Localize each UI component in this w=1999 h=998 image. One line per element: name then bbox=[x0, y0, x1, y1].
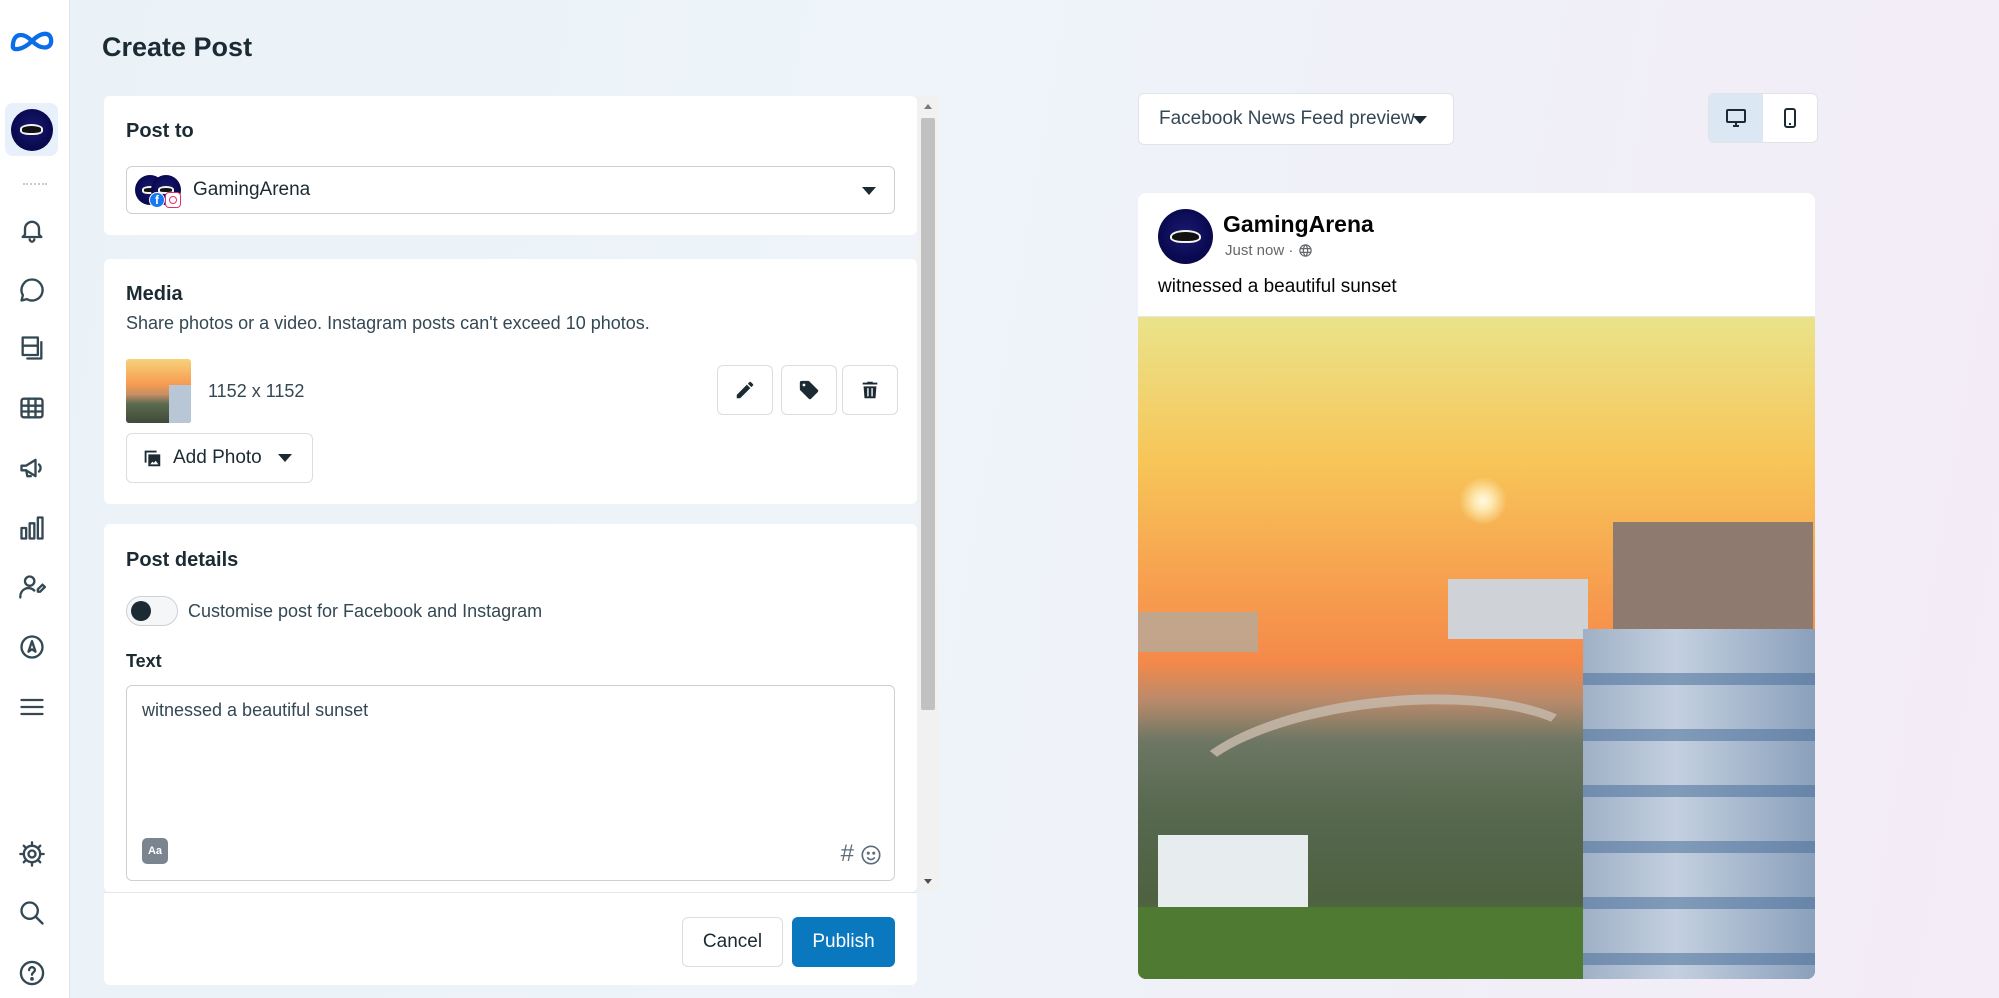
scroll-down-arrow-icon[interactable] bbox=[924, 879, 932, 884]
add-photo-label: Add Photo bbox=[173, 447, 262, 468]
edit-media-button[interactable] bbox=[717, 365, 773, 415]
post-to-heading: Post to bbox=[126, 120, 194, 142]
image-building bbox=[1158, 835, 1308, 907]
scroll-up-arrow-icon[interactable] bbox=[924, 104, 932, 109]
post-to-section: Post to f GamingArena bbox=[104, 96, 917, 235]
compass-icon[interactable] bbox=[17, 632, 47, 662]
preview-placement-select[interactable]: Facebook News Feed preview bbox=[1138, 93, 1454, 145]
account-selector[interactable]: f GamingArena bbox=[126, 166, 895, 214]
table-icon[interactable] bbox=[17, 393, 47, 423]
account-switcher[interactable] bbox=[5, 103, 58, 156]
image-building bbox=[1613, 522, 1813, 632]
gear-icon[interactable] bbox=[17, 839, 47, 869]
desktop-icon bbox=[1726, 109, 1746, 127]
chevron-down-icon bbox=[862, 187, 876, 195]
tag-media-button[interactable] bbox=[781, 365, 837, 415]
desktop-preview-button[interactable] bbox=[1709, 94, 1763, 142]
media-dimensions: 1152 x 1152 bbox=[208, 381, 305, 401]
tag-icon bbox=[799, 380, 819, 400]
preview-author-avatar bbox=[1158, 209, 1213, 264]
photo-icon bbox=[144, 450, 161, 467]
hashtag-icon[interactable]: # bbox=[841, 840, 854, 868]
preview-post-image bbox=[1138, 316, 1815, 979]
delete-media-button[interactable] bbox=[842, 365, 898, 415]
text-format-icon[interactable]: Aa bbox=[142, 838, 168, 864]
pencil-icon bbox=[736, 381, 754, 399]
globe-icon bbox=[1299, 244, 1313, 257]
customise-toggle-label: Customise post for Facebook and Instagra… bbox=[188, 601, 543, 621]
text-field-label: Text bbox=[126, 651, 162, 671]
image-field bbox=[1138, 907, 1598, 979]
rail-divider bbox=[23, 183, 47, 185]
mobile-icon bbox=[1784, 108, 1796, 128]
media-heading: Media bbox=[126, 283, 183, 305]
post-details-section: Post details Customise post for Facebook… bbox=[104, 524, 917, 892]
device-toggle bbox=[1708, 93, 1818, 143]
post-details-heading: Post details bbox=[126, 549, 239, 571]
customise-toggle[interactable] bbox=[126, 596, 178, 626]
bar-chart-icon[interactable] bbox=[17, 513, 47, 543]
post-text-field[interactable]: witnessed a beautiful sunset Aa # bbox=[126, 685, 895, 881]
megaphone-icon[interactable] bbox=[17, 453, 47, 483]
account-avatars: f bbox=[135, 170, 191, 210]
preview-author-name: GamingArena bbox=[1223, 211, 1374, 237]
media-thumbnail[interactable] bbox=[126, 359, 191, 423]
account-name: GamingArena bbox=[193, 179, 311, 200]
emoji-icon[interactable] bbox=[860, 844, 882, 866]
cancel-button[interactable]: Cancel bbox=[682, 917, 783, 967]
image-building bbox=[1448, 579, 1588, 639]
trash-icon bbox=[862, 381, 878, 399]
search-icon[interactable] bbox=[17, 898, 47, 928]
post-preview-card: GamingArena Just now · witnessed a beaut… bbox=[1138, 193, 1815, 979]
facebook-badge-icon: f bbox=[149, 192, 165, 208]
image-building bbox=[1138, 612, 1258, 652]
menu-icon[interactable] bbox=[17, 692, 47, 722]
scrollbar-thumb[interactable] bbox=[921, 118, 935, 710]
user-edit-icon[interactable] bbox=[17, 572, 47, 602]
bell-icon[interactable] bbox=[17, 215, 47, 245]
preview-placement-label: Facebook News Feed preview bbox=[1159, 108, 1415, 129]
account-avatar bbox=[10, 108, 53, 151]
mobile-preview-button[interactable] bbox=[1763, 94, 1817, 142]
chevron-down-icon bbox=[278, 454, 292, 462]
preview-post-meta: Just now · bbox=[1225, 242, 1313, 259]
publish-button[interactable]: Publish bbox=[792, 917, 895, 967]
action-footer: Cancel Publish bbox=[104, 892, 917, 985]
instagram-badge-icon bbox=[165, 192, 181, 208]
media-section: Media Share photos or a video. Instagram… bbox=[104, 259, 917, 504]
preview-post-text: witnessed a beautiful sunset bbox=[1158, 276, 1397, 297]
chevron-down-icon bbox=[1413, 116, 1427, 124]
preview-timestamp: Just now · bbox=[1225, 242, 1294, 259]
media-description: Share photos or a video. Instagram posts… bbox=[126, 313, 650, 333]
pages-icon[interactable] bbox=[17, 333, 47, 363]
scrollbar[interactable] bbox=[917, 96, 939, 892]
meta-logo-icon[interactable] bbox=[8, 26, 56, 56]
add-photo-button[interactable]: Add Photo bbox=[126, 433, 313, 483]
image-building bbox=[1583, 629, 1815, 979]
page-title: Create Post bbox=[102, 32, 253, 62]
help-icon[interactable] bbox=[17, 958, 47, 988]
post-text-value: witnessed a beautiful sunset bbox=[142, 700, 369, 720]
left-nav-rail bbox=[0, 0, 70, 998]
chat-icon[interactable] bbox=[17, 275, 47, 305]
